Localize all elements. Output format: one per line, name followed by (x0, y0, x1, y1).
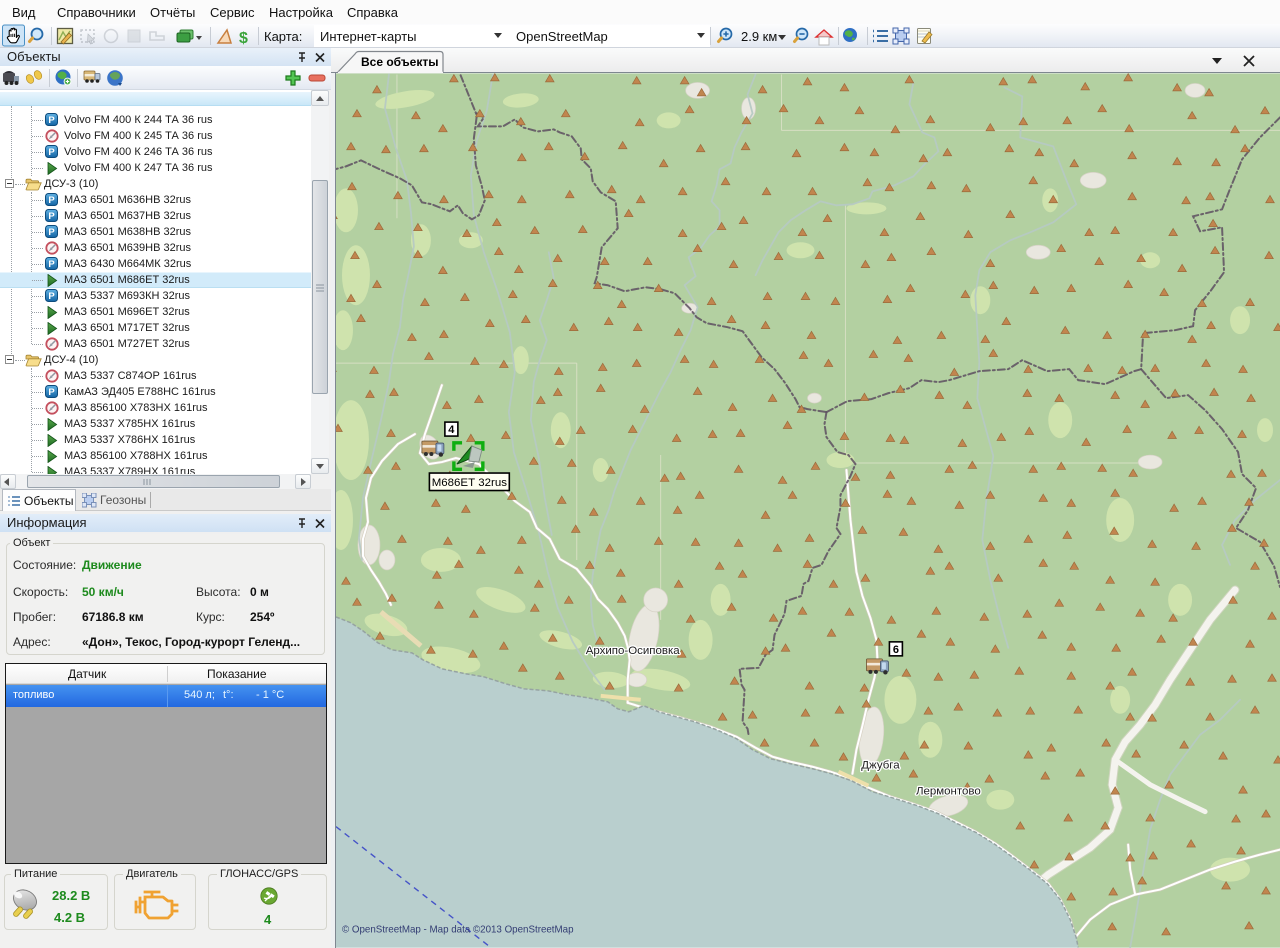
svg-text:P: P (48, 195, 55, 206)
svg-text:P: P (48, 259, 55, 270)
svg-text:2.9 км: 2.9 км (741, 29, 777, 44)
svg-text:Архипо-Осиповка: Архипо-Осиповка (586, 645, 680, 657)
svg-text:P: P (48, 147, 55, 158)
svg-text:P: P (48, 115, 55, 126)
svg-text:$: $ (239, 30, 248, 47)
svg-text:Джубга: Джубга (861, 760, 900, 772)
svg-text:4: 4 (448, 424, 455, 436)
svg-text:6: 6 (893, 644, 899, 656)
svg-text:Лермонтово: Лермонтово (916, 786, 981, 798)
svg-text:М686ЕТ 32rus: М686ЕТ 32rus (432, 477, 507, 489)
svg-text:P: P (48, 291, 55, 302)
svg-text:P: P (48, 211, 55, 222)
svg-text:P: P (48, 387, 55, 398)
svg-text:© OpenStreetMap - Map data ©20: © OpenStreetMap - Map data ©2013 OpenStr… (342, 925, 574, 936)
svg-text:P: P (48, 227, 55, 238)
